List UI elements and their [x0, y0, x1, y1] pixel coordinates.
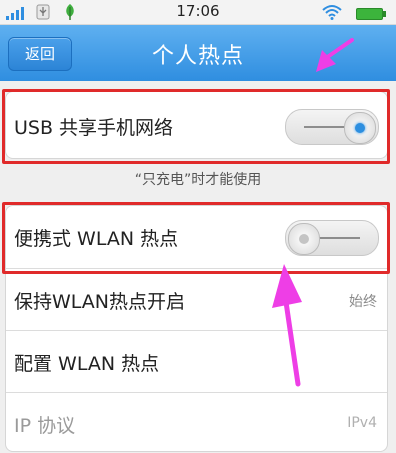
keep-hotspot-on-label: 保持WLAN热点开启 [14, 291, 186, 313]
toggle-knob [288, 223, 320, 255]
ip-protocol-row[interactable]: IP 协议 IPv4 [6, 393, 387, 453]
configure-hotspot-row[interactable]: 配置 WLAN 热点 [6, 331, 387, 391]
wlan-hotspot-label: 便携式 WLAN 热点 [14, 228, 179, 250]
wlan-hotspot-toggle[interactable] [285, 220, 379, 256]
toggle-knob [344, 112, 376, 144]
configure-hotspot-label: 配置 WLAN 热点 [14, 353, 160, 375]
status-bar: 17:06 [0, 0, 396, 25]
wlan-hotspot-row[interactable]: 便携式 WLAN 热点 [6, 206, 387, 266]
annotation-arrow-icon [316, 38, 354, 72]
wlan-settings-group: 便携式 WLAN 热点 保持WLAN热点开启 始终 配置 WLAN 热点 IP … [5, 205, 388, 452]
ip-protocol-value: IPv4 [347, 415, 377, 431]
usb-tethering-group: USB 共享手机网络 [5, 91, 388, 159]
usb-tethering-label: USB 共享手机网络 [14, 117, 174, 139]
keep-hotspot-on-value: 始终 [349, 294, 377, 310]
usb-tethering-row[interactable]: USB 共享手机网络 [6, 95, 387, 155]
keep-hotspot-on-row[interactable]: 保持WLAN热点开启 始终 [6, 269, 387, 329]
usb-tethering-toggle[interactable] [285, 109, 379, 145]
ip-protocol-label: IP 协议 [14, 415, 76, 437]
battery-icon [356, 8, 386, 20]
wifi-icon [322, 5, 342, 20]
usb-hint-text: “只充电”时才能使用 [134, 172, 262, 188]
annotation-arrow-icon [272, 264, 302, 387]
